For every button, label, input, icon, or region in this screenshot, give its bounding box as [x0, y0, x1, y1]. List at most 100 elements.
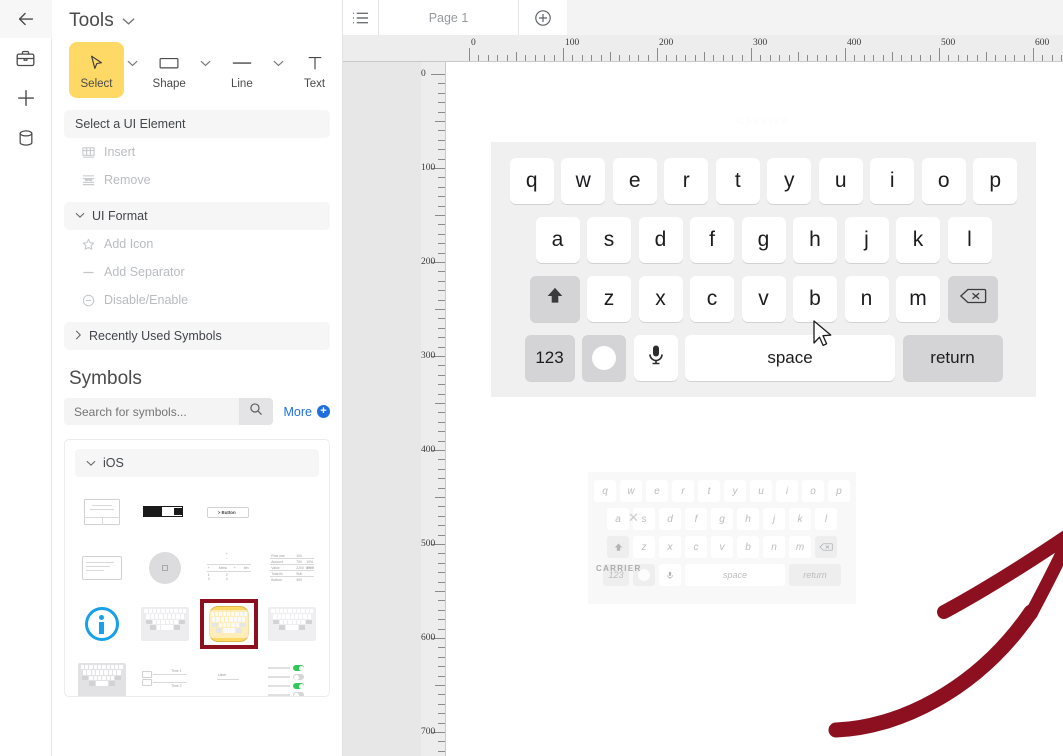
key-return[interactable]: return	[903, 335, 1003, 381]
ruler-tick	[438, 619, 445, 620]
menu-item-remove[interactable]: Remove	[52, 166, 342, 194]
key-d[interactable]: d	[639, 217, 683, 263]
ruler-tick	[438, 83, 445, 84]
key-t[interactable]: t	[716, 158, 760, 204]
ruler-tick	[789, 55, 790, 61]
menu-item-add-separator[interactable]: Add Separator	[52, 258, 342, 286]
symbol-keyboard-wide[interactable]	[262, 597, 324, 651]
key-y[interactable]: y	[767, 158, 811, 204]
key-space[interactable]: space	[685, 335, 895, 381]
tool-select-button[interactable]: Select	[69, 42, 124, 98]
key-z[interactable]: z	[587, 276, 631, 322]
section-select-ui-element[interactable]: Select a UI Element	[64, 110, 330, 138]
page-canvas[interactable]: CARRIER q w e r t y u i o p a s d	[446, 62, 1063, 756]
key-n[interactable]: n	[845, 276, 889, 322]
key-l[interactable]: l	[948, 217, 992, 263]
symbol-slider[interactable]: Time 1 Time 2	[135, 653, 197, 697]
ruler-tick	[438, 412, 445, 413]
vertical-ruler[interactable]: 0100200300400500600700	[421, 62, 446, 756]
key-r[interactable]: r	[664, 158, 708, 204]
key-g[interactable]: g	[742, 217, 786, 263]
key-m[interactable]: m	[896, 276, 940, 322]
keyboard-widget[interactable]: CARRIER q w e r t y u i o p a s d	[491, 142, 1036, 397]
key-h[interactable]: h	[793, 217, 837, 263]
key-k[interactable]: k	[896, 217, 940, 263]
section-recently-used-symbols[interactable]: Recently Used Symbols	[64, 322, 330, 350]
ruler-tick	[438, 478, 445, 479]
key-dictation[interactable]	[634, 335, 678, 381]
chevron-down-icon[interactable]	[122, 15, 135, 28]
key-w[interactable]: w	[561, 158, 605, 204]
key-c[interactable]: c	[690, 276, 734, 322]
key-x[interactable]: x	[639, 276, 683, 322]
symbol-label[interactable]: Label	[198, 653, 260, 697]
symbol-keyboard-selected[interactable]	[198, 597, 260, 651]
menu-item-disable-enable[interactable]: Disable/Enable	[52, 286, 342, 314]
key-p[interactable]: p	[973, 158, 1017, 204]
symbol-text-block[interactable]	[71, 541, 133, 595]
key-u[interactable]: u	[819, 158, 863, 204]
key-f[interactable]: f	[690, 217, 734, 263]
key-e[interactable]: e	[613, 158, 657, 204]
symbol-alert-dialog[interactable]	[71, 485, 133, 539]
ruler-tick	[431, 74, 445, 75]
ruler-label: 500	[421, 539, 435, 549]
key-numbers[interactable]: 123	[525, 335, 575, 381]
briefcase-icon[interactable]	[0, 38, 52, 78]
menu-item-add-icon[interactable]: Add Icon	[52, 230, 342, 258]
symbol-button[interactable]: > Button	[198, 485, 260, 539]
tool-shape-button[interactable]: Shape	[142, 42, 197, 98]
add-page-icon[interactable]	[519, 0, 567, 35]
key-globe[interactable]	[582, 335, 626, 381]
ruler-label: 400	[847, 38, 861, 48]
page-list-icon[interactable]	[343, 0, 379, 35]
key-s[interactable]: s	[587, 217, 631, 263]
symbol-keyboard-grid[interactable]	[71, 653, 133, 697]
symbol-toggles[interactable]	[262, 653, 324, 697]
tab-page-1[interactable]: Page 1	[379, 0, 519, 35]
menu-item-insert[interactable]: Insert	[52, 138, 342, 166]
key-o[interactable]: o	[922, 158, 966, 204]
search-input[interactable]	[74, 405, 239, 419]
tool-line-caret[interactable]	[269, 42, 287, 98]
key-shift[interactable]	[530, 276, 580, 322]
search-input-wrapper[interactable]	[64, 398, 239, 425]
plus-icon[interactable]	[0, 78, 52, 118]
thumbnail	[141, 551, 189, 585]
tool-text-button[interactable]: Text	[287, 42, 342, 98]
more-symbols-link[interactable]: More +	[284, 405, 330, 419]
library-group-ios[interactable]: iOS	[75, 449, 319, 477]
search-button[interactable]	[239, 398, 273, 425]
tool-line-button[interactable]: Line	[214, 42, 269, 98]
symbol-home-button[interactable]	[135, 541, 197, 595]
key-v[interactable]: v	[742, 276, 786, 322]
key-i[interactable]: i	[870, 158, 914, 204]
symbol-blank[interactable]	[262, 485, 324, 539]
horizontal-ruler[interactable]: 0100200300400500600	[343, 35, 1063, 62]
tools-header[interactable]: Tools	[52, 0, 342, 36]
tool-select-caret[interactable]	[124, 42, 142, 98]
back-arrow-icon[interactable]	[0, 0, 52, 38]
key-q[interactable]: q	[510, 158, 554, 204]
keyboard-row-3: z x c v b n m	[491, 276, 1036, 322]
tool-shape-caret[interactable]	[197, 42, 215, 98]
key-a[interactable]: a	[536, 217, 580, 263]
ruler-tick	[438, 318, 445, 319]
key-j[interactable]: j	[845, 217, 889, 263]
database-icon[interactable]	[0, 118, 52, 158]
symbol-stepper[interactable]: + − + Menu + btn 1 2 3 4	[198, 541, 260, 595]
key-delete[interactable]	[948, 276, 998, 322]
symbol-segmented-control[interactable]	[135, 485, 197, 539]
ruler-tick	[525, 55, 526, 61]
ruler-tick	[1014, 55, 1015, 61]
line-icon	[231, 51, 253, 75]
text-t-icon	[306, 51, 324, 75]
ruler-tick	[685, 55, 686, 61]
symbol-table[interactable]: Row one 100 Amount 700 10% Value 2200 89…	[262, 541, 324, 595]
symbol-keyboard-small[interactable]	[135, 597, 197, 651]
thumbnail	[78, 663, 126, 697]
ruler-tick	[438, 253, 445, 254]
section-ui-format[interactable]: UI Format	[64, 202, 330, 230]
symbol-info-badge[interactable]	[71, 597, 133, 651]
key-b[interactable]: b	[793, 276, 837, 322]
